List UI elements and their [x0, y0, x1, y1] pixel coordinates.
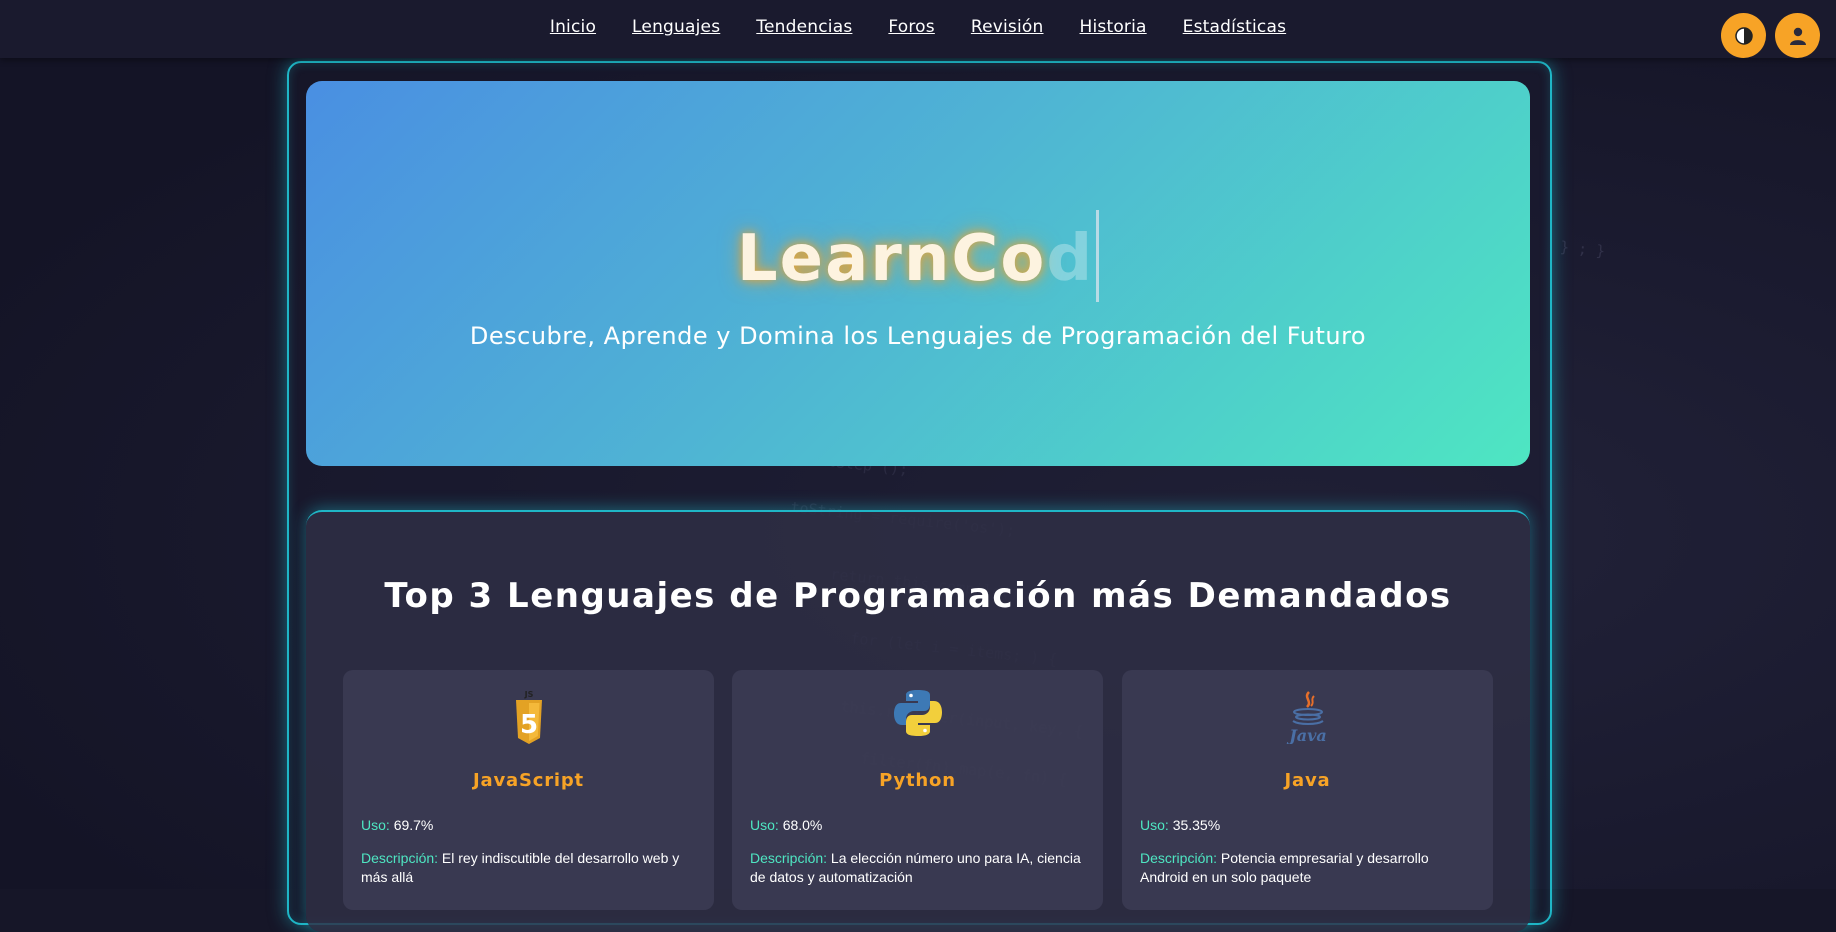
nav-link-estadisticas[interactable]: Estadísticas [1183, 17, 1286, 37]
nav-link-inicio[interactable]: Inicio [550, 17, 596, 37]
language-card-java[interactable]: Java Java Uso: 35.35% Descripción: Poten… [1122, 670, 1493, 910]
svg-text:Java: Java [1286, 726, 1327, 744]
top-navbar: Inicio Lenguajes Tendencias Foros Revisi… [0, 0, 1836, 58]
language-name: Java [1284, 770, 1331, 791]
usage-label: Uso: [750, 817, 779, 833]
usage-line: Uso: 69.7% [361, 816, 696, 835]
usage-line: Uso: 35.35% [1140, 816, 1475, 835]
usage-label: Uso: [361, 817, 390, 833]
nav-link-foros[interactable]: Foros [888, 17, 934, 37]
svg-text:JS: JS [523, 690, 533, 699]
contrast-icon [1734, 26, 1753, 45]
javascript-icon: JS 5 [343, 688, 714, 744]
description-label: Descripción: [750, 850, 828, 866]
language-card-python[interactable]: Python Uso: 68.0% Descripción: La elecci… [732, 670, 1103, 910]
language-name: Python [879, 770, 956, 791]
description-line: Descripción: Potencia empresarial y desa… [1140, 849, 1475, 887]
nav-link-lenguajes[interactable]: Lenguajes [632, 17, 720, 37]
description-line: Descripción: El rey indiscutible del des… [361, 849, 696, 887]
python-icon [732, 688, 1103, 744]
nav-link-tendencias[interactable]: Tendencias [756, 17, 852, 37]
description-label: Descripción: [361, 850, 439, 866]
nav-links: Inicio Lenguajes Tendencias Foros Revisi… [0, 0, 1836, 54]
nav-link-historia[interactable]: Historia [1080, 17, 1147, 37]
hero-subtitle: Descubre, Aprende y Domina los Lenguajes… [469, 322, 1367, 350]
language-card-javascript[interactable]: JS 5 JavaScript Uso: 69.7% Descripción: … [343, 670, 714, 910]
usage-value: 68.0% [782, 817, 823, 833]
user-profile-button[interactable] [1775, 13, 1820, 58]
usage-line: Uso: 68.0% [750, 816, 1085, 835]
language-name: JavaScript [473, 770, 584, 791]
hero-title: LearnCod [0, 210, 1836, 304]
svg-text:5: 5 [519, 710, 537, 740]
usage-value: 35.35% [1172, 817, 1221, 833]
hero-title-partial: d [1046, 222, 1095, 296]
description-line: Descripción: La elección número uno para… [750, 849, 1085, 887]
hero-title-typed: LearnCo [736, 222, 1047, 296]
theme-toggle-button[interactable] [1721, 13, 1766, 58]
typing-caret [1096, 210, 1100, 302]
java-icon: Java [1122, 688, 1493, 744]
usage-value: 69.7% [393, 817, 434, 833]
nav-link-revision[interactable]: Revisión [971, 17, 1044, 37]
usage-label: Uso: [1140, 817, 1169, 833]
user-icon [1789, 27, 1806, 45]
section-title: Top 3 Lenguajes de Programación más Dema… [384, 576, 1452, 616]
description-label: Descripción: [1140, 850, 1218, 866]
